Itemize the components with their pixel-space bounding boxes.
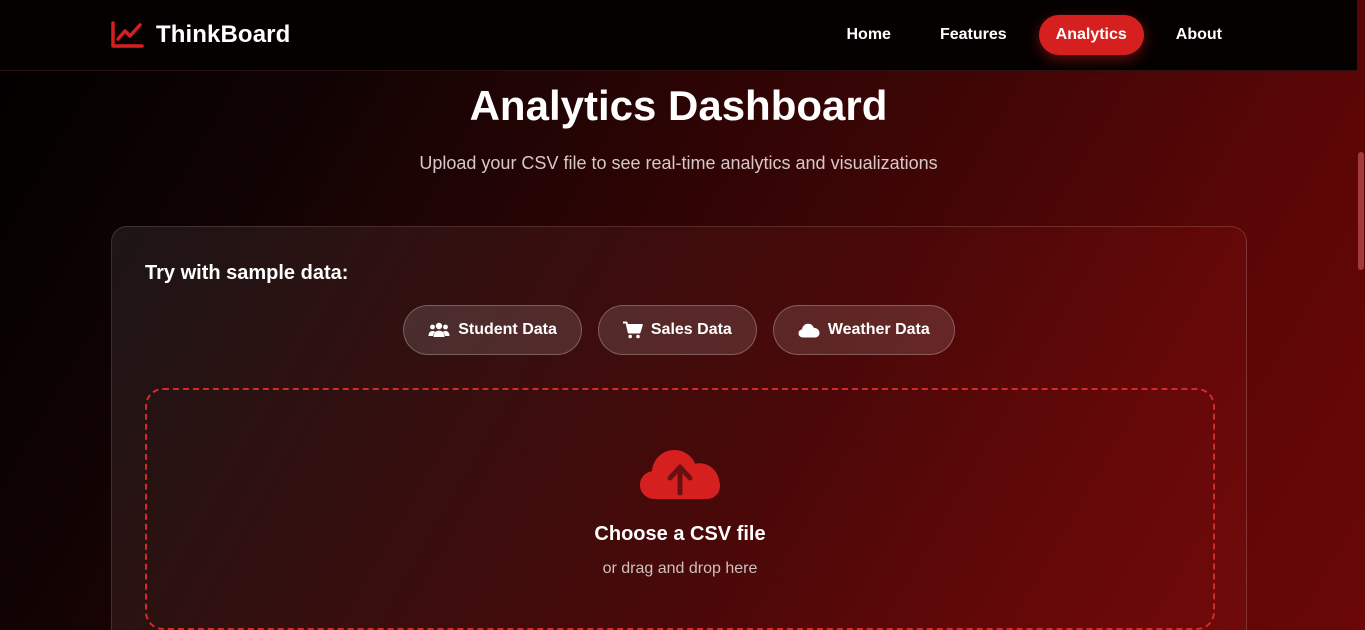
page-subtitle: Upload your CSV file to see real-time an… — [419, 153, 938, 173]
page-title: Analytics Dashboard — [469, 82, 888, 129]
brand[interactable]: ThinkBoard — [110, 18, 290, 52]
sample-data-heading: Try with sample data: — [145, 262, 349, 284]
student-data-button[interactable]: Student Data — [403, 305, 582, 355]
upload-card: Try with sample data: Student Data Sales… — [111, 226, 1247, 630]
dropzone-subtitle: or drag and drop here — [602, 560, 758, 577]
nav-analytics[interactable]: Analytics — [1038, 15, 1144, 55]
cloud-upload-icon — [640, 450, 720, 499]
top-navbar: ThinkBoard Home Features Analytics About — [0, 0, 1357, 71]
nav-about[interactable]: About — [1159, 15, 1239, 55]
nav-home[interactable]: Home — [830, 15, 908, 55]
csv-dropzone[interactable]: Choose a CSV file or drag and drop here — [145, 388, 1215, 630]
student-data-label: Student Data — [458, 321, 557, 338]
cloud-icon — [798, 323, 820, 337]
dropzone-title: Choose a CSV file — [594, 523, 766, 545]
weather-data-button[interactable]: Weather Data — [772, 305, 955, 355]
nav-links: Home Features Analytics About — [830, 15, 1240, 55]
scrollbar[interactable] — [1357, 0, 1365, 630]
users-icon — [428, 322, 450, 337]
nav-features[interactable]: Features — [923, 15, 1024, 55]
weather-data-label: Weather Data — [827, 321, 930, 338]
sales-data-label: Sales Data — [650, 321, 732, 338]
line-chart-logo-icon — [111, 21, 144, 48]
scrollbar-thumb[interactable] — [1358, 152, 1364, 270]
brand-name: ThinkBoard — [156, 21, 291, 48]
sales-data-button[interactable]: Sales Data — [597, 305, 757, 355]
sample-data-buttons: Student Data Sales Data Weather Data — [112, 305, 1246, 355]
shopping-cart-icon — [622, 321, 643, 339]
